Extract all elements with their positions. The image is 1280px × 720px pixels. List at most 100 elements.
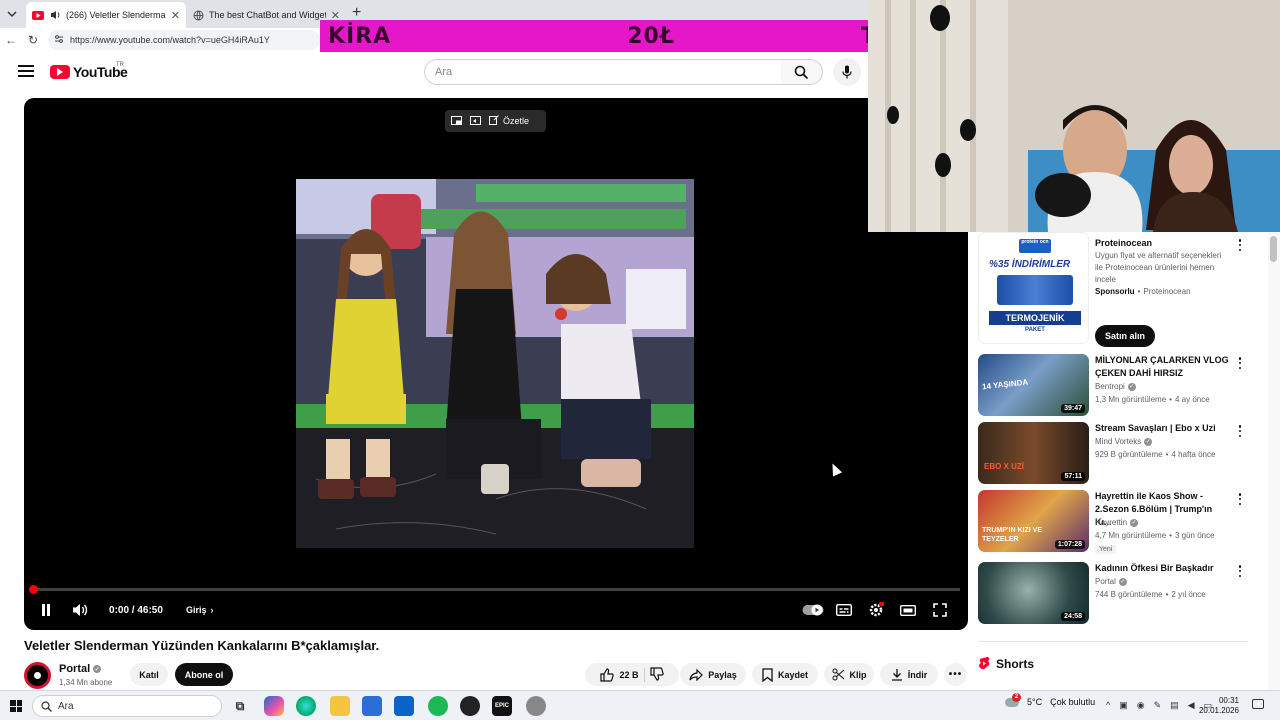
- pause-button[interactable]: [36, 600, 56, 620]
- site-info-icon[interactable]: [54, 34, 64, 46]
- tray-app-icon[interactable]: ◉: [1137, 700, 1145, 711]
- chapter-button[interactable]: Giriş ›: [186, 600, 214, 620]
- channel-name[interactable]: Portal ✓: [59, 663, 102, 675]
- shorts-section-header[interactable]: Shorts: [978, 656, 1034, 671]
- more-options-icon[interactable]: [1236, 564, 1244, 578]
- notification-center-icon[interactable]: [1252, 699, 1264, 709]
- video-duration: 1:07:28: [1054, 540, 1085, 549]
- save-button[interactable]: Kaydet: [752, 663, 818, 686]
- ad-thumbnail[interactable]: protein ocn %35 İNDİRİMLER TERMOJENİK PA…: [978, 232, 1089, 344]
- video-thumbnail[interactable]: 24:58: [978, 562, 1089, 624]
- settings-button[interactable]: [866, 600, 886, 620]
- tab-list-icon[interactable]: [4, 6, 20, 22]
- copilot-icon[interactable]: [264, 696, 284, 716]
- thumbs-down-icon: [649, 666, 664, 681]
- pen-icon[interactable]: ✎: [1154, 700, 1162, 711]
- video-thumbnail[interactable]: 14 YAŞINDA 39:47: [978, 354, 1089, 416]
- clip-label: Klip: [849, 669, 867, 680]
- outlook-icon[interactable]: [394, 696, 414, 716]
- channel-line: Hayrettin ✓: [1095, 518, 1139, 527]
- video-thumbnail[interactable]: TRUMP'IN KIZI VE TEYZELER 1:07:28: [978, 490, 1089, 552]
- dislike-button[interactable]: [649, 666, 664, 683]
- channel-name[interactable]: Bentropi: [1095, 382, 1125, 391]
- theater-mode-button[interactable]: [898, 600, 918, 620]
- weather-widget[interactable]: 2 5°C Çok bulutlu: [1005, 692, 1095, 707]
- gear-icon: [869, 602, 884, 617]
- chevron-up-icon[interactable]: ^: [1106, 700, 1110, 711]
- app-icon[interactable]: [460, 696, 480, 716]
- more-actions-button[interactable]: •••: [944, 663, 967, 686]
- url-field[interactable]: https://www.youtube.com/watch?v=ueGH4iRA…: [48, 30, 320, 50]
- store-icon[interactable]: [362, 696, 382, 716]
- subtitles-button[interactable]: [834, 600, 854, 620]
- ad-cta-button[interactable]: Satın alın: [1095, 325, 1155, 347]
- file-explorer-icon[interactable]: [330, 696, 350, 716]
- sidebar-scrollbar[interactable]: [1268, 232, 1280, 690]
- recommendation-item[interactable]: EBO X UZİ 57:11 Stream Savaşları | Ebo x…: [978, 422, 1258, 486]
- video-thumbnail[interactable]: EBO X UZİ 57:11: [978, 422, 1089, 484]
- clip-button[interactable]: Klip: [824, 663, 874, 686]
- epic-games-icon[interactable]: EPIC: [492, 696, 512, 716]
- autoplay-toggle[interactable]: [801, 600, 825, 620]
- recommendation-item[interactable]: TRUMP'IN KIZI VE TEYZELER 1:07:28 Hayret…: [978, 490, 1258, 554]
- task-view-icon[interactable]: ⧉: [230, 696, 250, 716]
- tray-app-icon[interactable]: ▣: [1119, 700, 1128, 711]
- close-tab-icon[interactable]: ✕: [171, 9, 180, 22]
- search-button[interactable]: [781, 59, 823, 85]
- spotify-icon[interactable]: [428, 696, 448, 716]
- audio-playing-icon[interactable]: [49, 9, 61, 21]
- miniplayer-icon[interactable]: [451, 115, 462, 127]
- share-button[interactable]: Paylaş: [680, 663, 746, 686]
- progress-scrubber[interactable]: [29, 585, 38, 594]
- network-icon[interactable]: ▤: [1170, 700, 1179, 711]
- sponsored-label: Sponsorlu: [1095, 287, 1135, 296]
- video-title[interactable]: Stream Savaşları | Ebo x Uzi: [1095, 422, 1230, 435]
- more-options-icon[interactable]: [1236, 356, 1244, 370]
- subscribe-button[interactable]: Abone ol: [175, 663, 233, 686]
- windows-start-icon[interactable]: [10, 700, 22, 712]
- save-label: Kaydet: [777, 669, 808, 680]
- more-options-icon[interactable]: [1236, 424, 1244, 438]
- channel-name[interactable]: Portal: [1095, 577, 1116, 586]
- back-icon[interactable]: ←: [0, 33, 22, 47]
- clock-time: 00:31: [1218, 696, 1239, 705]
- mute-button[interactable]: [70, 600, 90, 620]
- sponsored-ad[interactable]: protein ocn %35 İNDİRİMLER TERMOJENİK PA…: [978, 232, 1258, 350]
- reload-icon[interactable]: ↻: [22, 33, 44, 47]
- banner-text: KİRA: [328, 23, 392, 49]
- channel-name[interactable]: Mind Vorteks: [1095, 437, 1141, 446]
- join-button[interactable]: Katıl: [130, 663, 168, 686]
- download-button[interactable]: İndir: [880, 663, 938, 686]
- video-player[interactable]: Özetle 0:00 / 46:50 Giriş ›: [24, 98, 968, 630]
- app-icon[interactable]: [526, 696, 546, 716]
- channel-avatar[interactable]: [24, 662, 51, 689]
- temperature: 5°C: [1027, 697, 1043, 707]
- summarize-button[interactable]: Özetle: [503, 116, 529, 126]
- edge-browser-icon[interactable]: [296, 696, 316, 716]
- channel-name[interactable]: Hayrettin: [1095, 518, 1127, 527]
- pip-icon[interactable]: [470, 115, 481, 127]
- video-title[interactable]: Kadının Öfkesi Bir Başkadır: [1095, 562, 1230, 575]
- taskbar-clock[interactable]: 00:31 20.01.2026: [1195, 696, 1239, 716]
- ad-more-icon[interactable]: [1236, 238, 1244, 252]
- ad-title[interactable]: Proteinocean: [1095, 237, 1230, 250]
- recommendation-item[interactable]: 14 YAŞINDA 39:47 MİLYONLAR ÇALARKEN VLOG…: [978, 354, 1258, 418]
- taskbar-search[interactable]: Ara: [32, 695, 222, 717]
- upload-age: 3 gün önce: [1174, 531, 1215, 540]
- volume-icon[interactable]: ◀: [1188, 700, 1195, 711]
- hamburger-menu-icon[interactable]: [18, 65, 34, 77]
- voice-search-button[interactable]: [833, 58, 861, 86]
- address-bar: ← ↻ https://www.youtube.com/watch?v=ueGH…: [0, 28, 320, 52]
- fullscreen-button[interactable]: [930, 600, 950, 620]
- download-label: İndir: [907, 669, 928, 680]
- video-stats: 929 B görüntüleme • 4 hafta önce: [1095, 450, 1215, 459]
- video-title[interactable]: MİLYONLAR ÇALARKEN VLOG ÇEKEN DAHİ HIRSI…: [1095, 354, 1230, 380]
- progress-bar[interactable]: [32, 588, 960, 591]
- like-button[interactable]: 22 B: [600, 667, 639, 682]
- recommendation-item[interactable]: 24:58 Kadının Öfkesi Bir Başkadır Portal…: [978, 562, 1258, 626]
- volume-icon: [73, 604, 88, 616]
- browser-tab-youtube[interactable]: (266) Veletler Slenderman Yüz ✕: [26, 2, 186, 28]
- search-input[interactable]: Ara: [424, 59, 782, 85]
- more-options-icon[interactable]: [1236, 492, 1244, 506]
- verified-badge-icon: ✓: [93, 665, 102, 673]
